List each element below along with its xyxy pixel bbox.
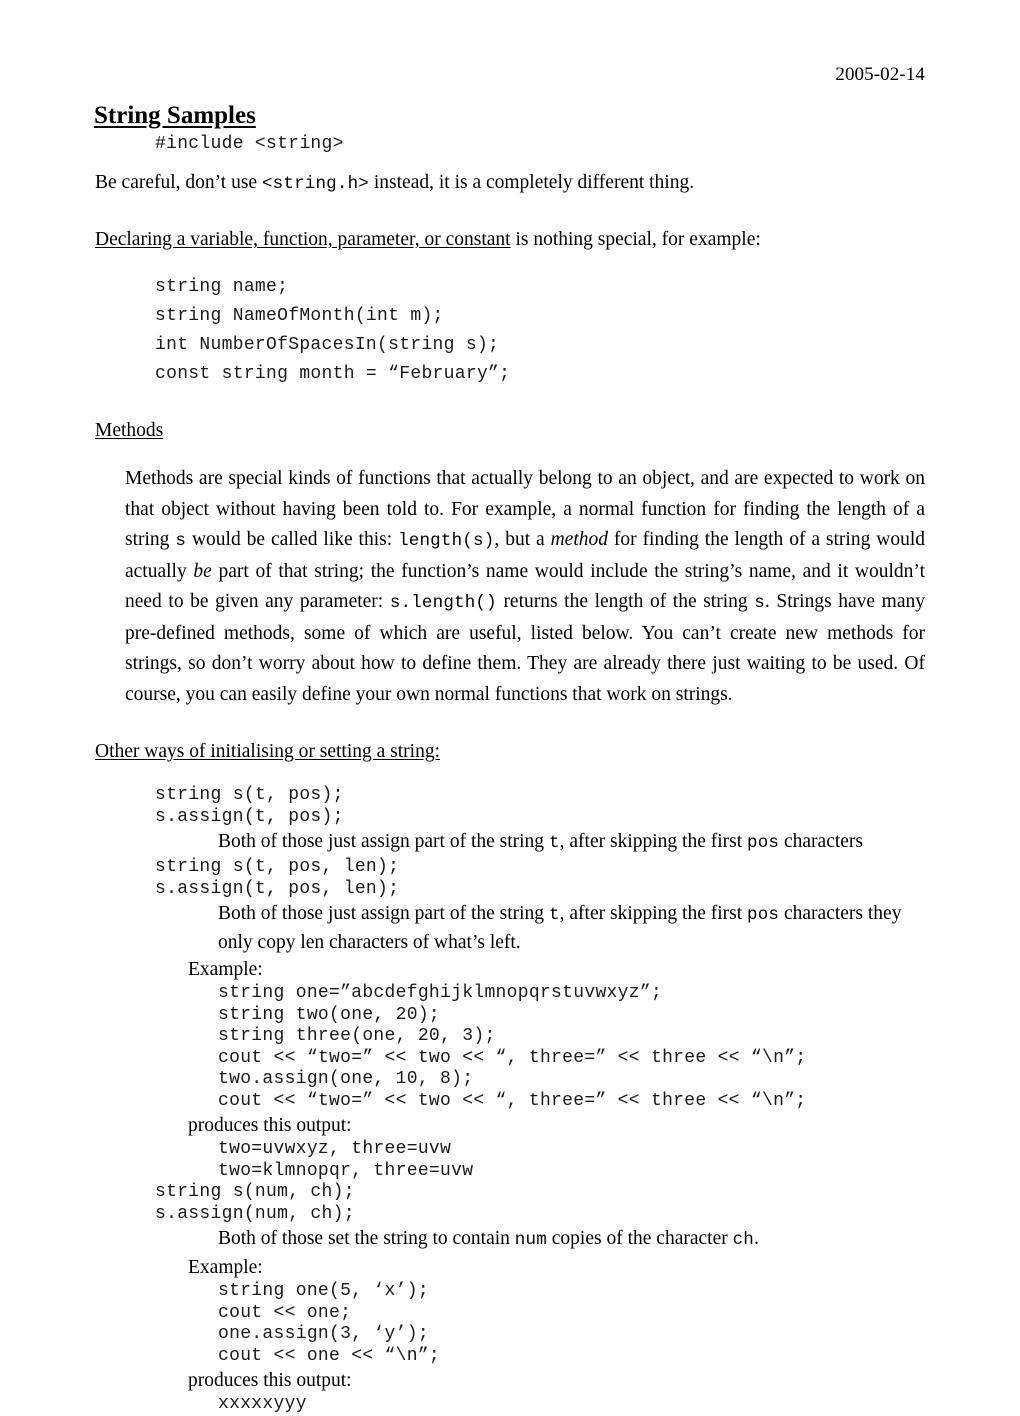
block2-code: string s(t, pos, len); s.assign(t, pos, … [155, 857, 400, 899]
methods-emphasis-be: be [193, 560, 212, 582]
block3-description: Both of those set the string to contain … [0, 1225, 1020, 1254]
include-code-block: #include <string> [155, 134, 344, 154]
block1-desc-c: characters [779, 831, 864, 852]
document-date: 2005-02-14 [835, 64, 925, 85]
methods-text-c: , but a [494, 529, 551, 550]
block3-example-code: string one(5, ‘x’); cout << one; one.ass… [218, 1281, 441, 1366]
block3-desc-c: . [754, 1228, 759, 1249]
block1-desc-a: Both of those just assign part of the st… [218, 831, 549, 852]
block3-output-code: xxxxxyyy [218, 1394, 307, 1414]
block2-desc-b: , after skipping the first [559, 903, 748, 924]
block2-description: Both of those just assign part of the st… [0, 900, 1020, 956]
methods-text-b: would be called like this: [186, 529, 399, 550]
block2-example-code: string one=”abcdefghijklmnopqrstuvwxyz”;… [218, 983, 807, 1111]
block2-output-label: produces this output: [188, 1115, 352, 1136]
methods-code-s2: s [754, 593, 765, 613]
methods-paragraph: Methods are special kinds of functions t… [0, 464, 1020, 710]
block2-code-t: t [548, 905, 560, 925]
other-ways-heading-label: Other ways of initialising or setting a … [95, 741, 440, 762]
block3-example-label: Example: [188, 1257, 263, 1278]
declaring-heading: Declaring a variable, function, paramete… [0, 226, 1020, 253]
declaring-heading-underlined: Declaring a variable, function, paramete… [95, 229, 511, 250]
warning-code: <string.h> [261, 174, 369, 194]
document-page: 2005-02-14 String Samples #include <stri… [0, 0, 1020, 1414]
methods-code-s: s [175, 531, 187, 551]
block1-code: string s(t, pos); s.assign(t, pos); [155, 785, 344, 827]
warning-paragraph: Be careful, don’t use <string.h> instead… [0, 169, 1020, 198]
methods-emphasis-method: method [550, 529, 608, 550]
other-ways-heading: Other ways of initialising or setting a … [0, 738, 1020, 765]
block3-output-label: produces this output: [188, 1370, 352, 1391]
methods-heading-label: Methods [95, 420, 164, 441]
methods-code-slength: s.length() [389, 593, 497, 613]
block2-desc-a: Both of those just assign part of the st… [218, 903, 549, 924]
block2-code-pos: pos [747, 905, 780, 925]
declaring-code-block: string name; string NameOfMonth(int m); … [155, 277, 511, 384]
block2-output-code: two=uvwxyz, three=uvw two=klmnopqr, thre… [218, 1139, 474, 1181]
block3-code-ch: ch [732, 1230, 755, 1250]
block1-description: Both of those just assign part of the st… [0, 828, 1020, 857]
page-title: String Samples [94, 101, 256, 129]
methods-heading: Methods [0, 417, 1020, 444]
methods-code-length: length(s) [398, 531, 495, 551]
block3-desc-b: copies of the character [546, 1228, 733, 1249]
block1-code-t: t [548, 833, 560, 853]
block3-code-num: num [514, 1230, 547, 1250]
methods-text-f: returns the length of the string [496, 591, 755, 612]
block3-desc-a: Both of those set the string to contain [218, 1228, 515, 1249]
document-body: #include <string> Be careful, don’t use … [0, 130, 1020, 1416]
block2-example-label: Example: [188, 959, 263, 980]
warning-suffix: instead, it is a completely different th… [369, 172, 695, 193]
warning-prefix: Be careful, don’t use [95, 172, 262, 193]
declaring-heading-rest: is nothing special, for example: [510, 229, 761, 250]
block1-code-pos: pos [747, 833, 780, 853]
block3-code: string s(num, ch); s.assign(num, ch); [155, 1182, 355, 1224]
block1-desc-b: , after skipping the first [559, 831, 748, 852]
